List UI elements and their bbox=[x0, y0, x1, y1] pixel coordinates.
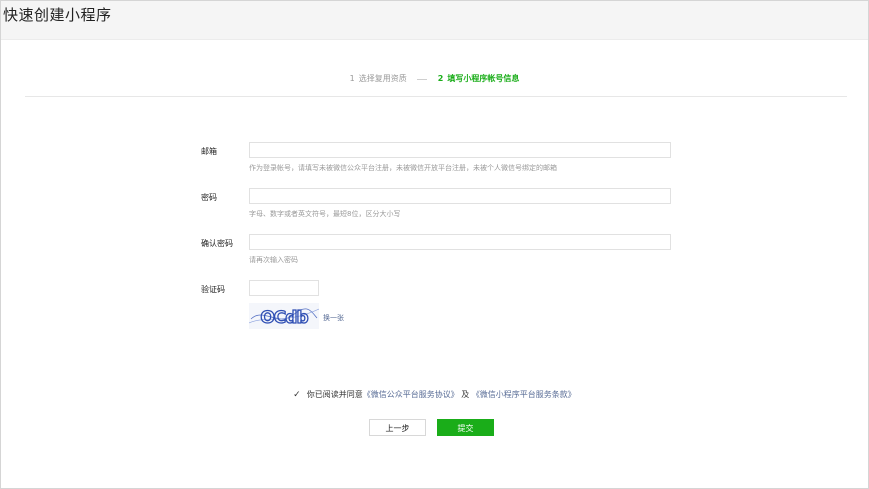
captcha-text: OCdb bbox=[260, 308, 308, 328]
email-label: 邮箱 bbox=[201, 147, 217, 156]
step-1-label: 选择复用资质 bbox=[358, 74, 407, 83]
page-title: 快速创建小程序 bbox=[3, 6, 112, 24]
confirm-password-input[interactable] bbox=[249, 234, 671, 250]
password-label: 密码 bbox=[201, 193, 217, 202]
agreement-checkbox[interactable]: ✓ bbox=[293, 390, 301, 400]
step-1: 1 选择复用资质 bbox=[350, 73, 407, 85]
captcha-label: 验证码 bbox=[201, 285, 225, 294]
agreement-row: ✓ 你已阅读并同意《微信公众平台服务协议》 及 《微信小程序平台服务条款》 bbox=[1, 389, 868, 400]
step-2: 2 填写小程序帐号信息 bbox=[438, 73, 520, 85]
confirm-password-tip: 请再次输入密码 bbox=[249, 256, 298, 264]
confirm-password-label: 确认密码 bbox=[201, 239, 233, 248]
submit-button[interactable]: 提交 bbox=[437, 419, 494, 436]
captcha-image[interactable]: OCdb bbox=[249, 303, 319, 329]
refresh-captcha-link[interactable]: 换一张 bbox=[323, 313, 344, 323]
agreement-prefix: 你已阅读并同意 bbox=[306, 390, 363, 399]
password-input[interactable] bbox=[249, 188, 671, 204]
agreement-and: 及 bbox=[461, 390, 470, 399]
platform-agreement-link[interactable]: 《微信公众平台服务协议》 bbox=[363, 390, 459, 399]
step-indicator: 1 选择复用资质 2 填写小程序帐号信息 bbox=[1, 73, 868, 86]
miniprogram-terms-link[interactable]: 《微信小程序平台服务条款》 bbox=[472, 390, 576, 399]
captcha-input[interactable] bbox=[249, 280, 319, 296]
page-header: 快速创建小程序 bbox=[1, 1, 868, 40]
step-2-number: 2 bbox=[437, 74, 444, 83]
password-tip: 字母、数字或者英文符号，最短8位，区分大小写 bbox=[249, 210, 401, 218]
step-separator bbox=[417, 78, 428, 80]
prev-step-button[interactable]: 上一步 bbox=[369, 419, 426, 436]
step-2-label: 填写小程序帐号信息 bbox=[447, 74, 520, 83]
step-divider bbox=[25, 96, 847, 97]
step-1-number: 1 bbox=[349, 74, 355, 83]
email-tip: 作为登录帐号，请填写未被微信公众平台注册，未被微信开放平台注册，未被个人微信号绑… bbox=[249, 164, 557, 172]
email-input[interactable] bbox=[249, 142, 671, 158]
app-frame: 快速创建小程序 1 选择复用资质 2 填写小程序帐号信息 邮箱 作为登录帐号，请填写… bbox=[0, 0, 869, 489]
